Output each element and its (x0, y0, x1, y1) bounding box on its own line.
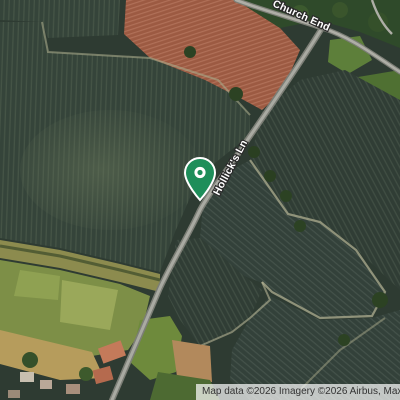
map-pin-icon[interactable] (183, 156, 217, 202)
map-attribution: Map data ©2026 Imagery ©2026 Airbus, Max… (196, 384, 400, 400)
map-view[interactable]: Hollick's Ln Church End Map data ©2026 I… (0, 0, 400, 400)
